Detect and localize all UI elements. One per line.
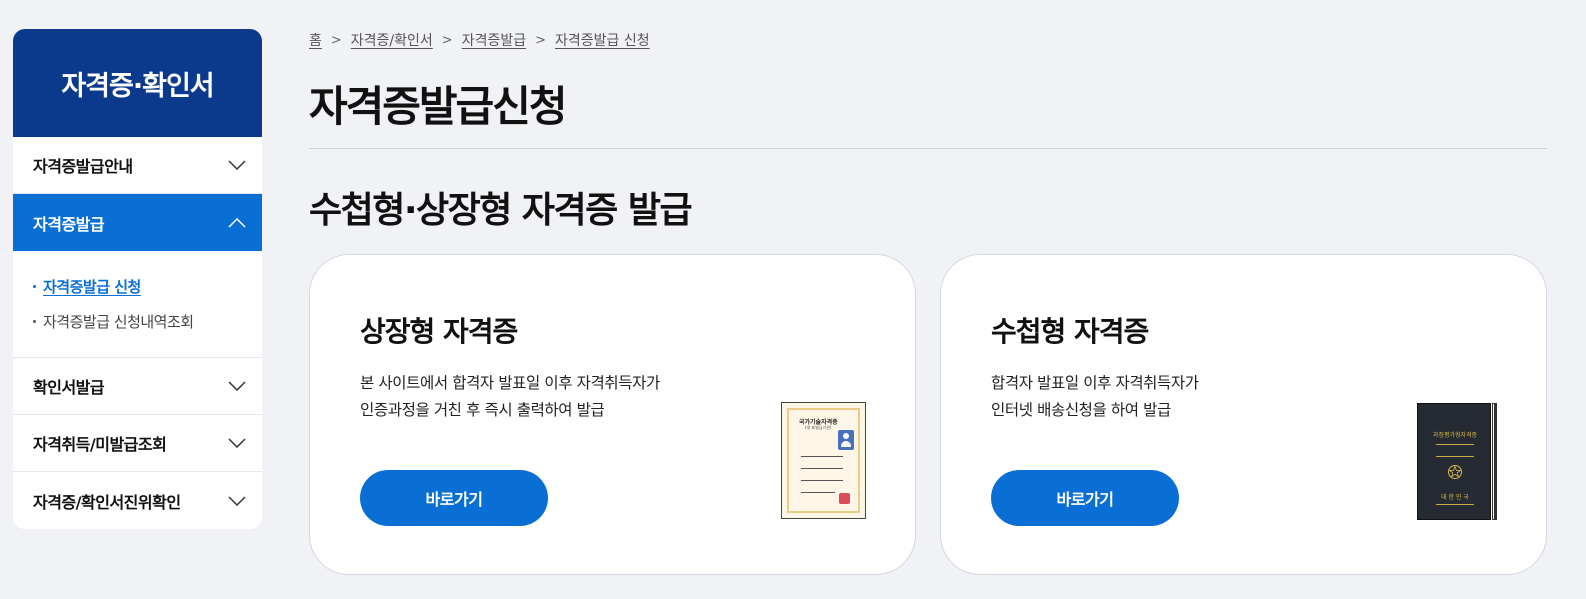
sidebar-item-label: 자격증발급안내 xyxy=(33,157,133,176)
sidebar-item-authenticity-check[interactable]: 자격증/확인서진위확인 xyxy=(13,472,262,529)
sidebar-item-label: 자격취득/미발급조회 xyxy=(33,435,167,454)
card-description-line: 합격자 발표일 이후 자격취득자가 xyxy=(991,374,1199,392)
booklet-image-country: 대 한 민 국 xyxy=(1441,494,1469,501)
sidebar-item-certificate-issue[interactable]: 자격증발급 xyxy=(13,194,262,251)
submenu-item-issue-history[interactable]: 자격증발급 신청내역조회 xyxy=(33,304,242,339)
submenu-item-label: 자격증발급 신청내역조회 xyxy=(43,313,194,331)
sidebar: 자격증·확인서 자격증발급안내 자격증발급 자격증발급 신청 자격증발급 신청내… xyxy=(13,29,262,529)
certificate-line xyxy=(801,480,843,481)
card-description-line: 인증과정을 거친 후 즉시 출력하여 발급 xyxy=(360,401,605,419)
submenu-item-label: 자격증발급 신청 xyxy=(43,278,141,296)
chevron-up-icon xyxy=(228,217,246,228)
divider xyxy=(309,148,1547,149)
go-button[interactable]: 바로가기 xyxy=(360,470,548,526)
card-description: 합격자 발표일 이후 자격취득자가 인터넷 배송신청을 하여 발급 xyxy=(991,370,1199,424)
book-cover: 과정평가형자격증 대 한 민 국 xyxy=(1417,403,1491,520)
card-description-line: 본 사이트에서 합격자 발표일 이후 자격취득자가 xyxy=(360,374,660,392)
sidebar-item-certificate-guide[interactable]: 자격증발급안내 xyxy=(13,137,262,194)
passbook-illustration-icon: 과정평가형자격증 대 한 민 국 xyxy=(1417,403,1497,520)
sidebar-submenu: 자격증발급 신청 자격증발급 신청내역조회 xyxy=(13,251,262,358)
person-icon xyxy=(838,430,854,450)
emblem-icon xyxy=(1448,465,1462,479)
breadcrumb-certificates[interactable]: 자격증/확인서 xyxy=(351,30,433,50)
section-title: 수첩형·상장형 자격증 발급 xyxy=(309,190,693,231)
card-certificate-sheet: 상장형 자격증 본 사이트에서 합격자 발표일 이후 자격취득자가 인증과정을 … xyxy=(309,254,916,575)
submenu-item-issue-apply[interactable]: 자격증발급 신청 xyxy=(33,269,242,304)
card-title: 수첩형 자격증 xyxy=(991,315,1149,348)
card-description-line: 인터넷 배송신청을 하여 발급 xyxy=(991,401,1171,419)
certificate-line xyxy=(801,456,843,457)
breadcrumb-certificate-issue[interactable]: 자격증발급 xyxy=(462,30,526,50)
page-title: 자격증발급신청 xyxy=(309,82,567,131)
chevron-down-icon xyxy=(228,381,246,391)
chevron-down-icon xyxy=(228,438,246,448)
person-head xyxy=(843,433,849,439)
chevron-right-icon: > xyxy=(535,32,547,48)
certificate-illustration-icon: 국가기술자격증 (대 표발급기관) xyxy=(781,402,866,519)
booklet-image-title: 과정평가형자격증 xyxy=(1432,432,1478,439)
book-rule xyxy=(1436,456,1474,457)
breadcrumb-current[interactable]: 자격증발급 신청 xyxy=(555,30,650,50)
breadcrumb: 홈 > 자격증/확인서 > 자격증발급 > 자격증발급 신청 xyxy=(309,30,650,50)
sidebar-header: 자격증·확인서 xyxy=(13,29,262,137)
card-description: 본 사이트에서 합격자 발표일 이후 자격취득자가 인증과정을 거친 후 즉시 … xyxy=(360,370,660,424)
chevron-right-icon: > xyxy=(330,32,342,48)
go-button[interactable]: 바로가기 xyxy=(991,470,1179,526)
sidebar-item-confirmation-issue[interactable]: 확인서발급 xyxy=(13,358,262,415)
breadcrumb-home[interactable]: 홈 xyxy=(309,30,322,50)
sidebar-item-label: 자격증/확인서진위확인 xyxy=(33,492,181,512)
seal-icon xyxy=(839,493,850,504)
chevron-down-icon xyxy=(228,160,246,170)
card-certificate-booklet: 수첩형 자격증 합격자 발표일 이후 자격취득자가 인터넷 배송신청을 하여 발… xyxy=(940,254,1547,575)
book-page xyxy=(1492,403,1495,520)
bullet-icon xyxy=(33,320,36,323)
certificate-image-subtitle: (대 표발급기관) xyxy=(805,425,832,430)
person-body xyxy=(841,441,851,447)
sidebar-item-label: 확인서발급 xyxy=(33,378,105,397)
sidebar-item-acquisition-lookup[interactable]: 자격취득/미발급조회 xyxy=(13,415,262,472)
bullet-icon xyxy=(33,285,36,288)
chevron-down-icon xyxy=(228,495,246,506)
sidebar-item-label: 자격증발급 xyxy=(33,214,105,234)
certificate-line xyxy=(801,492,835,493)
book-page xyxy=(1495,403,1497,520)
certificate-frame: 국가기술자격증 (대 표발급기관) xyxy=(787,408,860,513)
book-rule xyxy=(1436,444,1474,445)
book-rule xyxy=(1436,504,1474,505)
card-title: 상장형 자격증 xyxy=(360,315,518,348)
certificate-line xyxy=(801,468,843,469)
chevron-right-icon: > xyxy=(441,32,453,48)
